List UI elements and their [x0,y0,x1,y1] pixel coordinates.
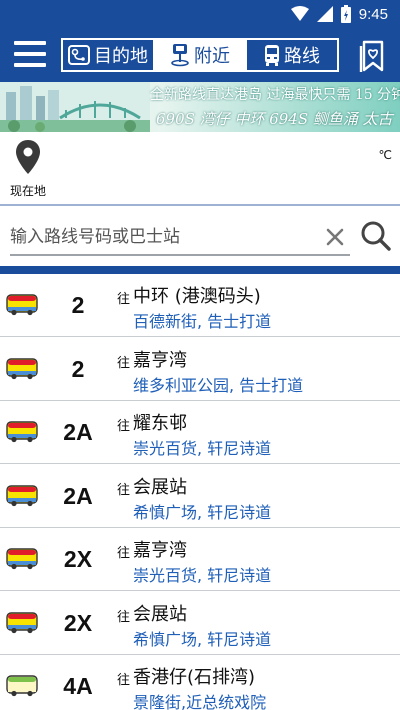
signal-icon [316,6,333,22]
harbour-scene-illustration [0,82,150,132]
banner-headline: 全新路线直达港岛 过海最快只需 15 分钟 [150,87,400,103]
route-number: 2X [63,546,93,572]
status-time: 9:45 [358,5,388,23]
menu-icon-bar [14,63,46,67]
route-destination: 香港仔(石排湾) [133,667,256,688]
route-row[interactable]: 2X 往嘉亨湾崇光百货, 轩尼诗道 [0,528,400,591]
bus-icon [6,485,38,507]
bus-icon [6,421,38,443]
location-row: 现在地 ℃ [0,132,400,204]
route-via-stops: 百德新街, 告士打道 [133,312,272,331]
destination-prefix: 往 [117,673,131,688]
route-list: 2 往中环 (港澳码头) 百德新街, 告士打道 2 往嘉亨湾 维多利亚公园, 告士打道 2A… [0,274,400,710]
route-via-stops: 崇光百货, 轩尼诗道 [133,566,272,585]
bus-front-icon [265,45,279,66]
destination-prefix: 往 [117,610,131,625]
clear-search-button[interactable] [323,225,347,249]
tab-destination[interactable]: 目的地 [63,40,153,70]
tab-destination-label: 目的地 [94,46,148,67]
list-header-bar [0,266,400,274]
route-number: 2X [63,610,93,636]
bus-icon [6,358,38,380]
bus-icon [6,548,38,570]
menu-button[interactable] [14,41,46,71]
route-row[interactable]: 4A 往香港仔(石排湾) 景隆街,近总统戏院 [0,655,400,710]
location-label: 现在地 [9,184,46,198]
battery-icon [340,5,351,23]
search-input[interactable] [10,220,350,256]
current-location-button[interactable]: 现在地 [6,138,50,198]
bus-stop-icon [171,44,189,67]
banner-routes: 690S 湾仔 中环 694S 鲗鱼涌 太古 [156,110,393,128]
route-number: 2 [71,356,85,382]
app-bar: 目的地 附近 路线 [0,28,400,82]
route-row[interactable]: 2A 往会展站希慎广场, 轩尼诗道 [0,465,400,528]
route-via-stops: 希慎广场, 轩尼诗道 [133,503,272,522]
ad-banner[interactable]: 全新路线直达港岛 过海最快只需 15 分钟 690S 湾仔 中环 694S 鲗鱼… [0,82,400,132]
route-destination: 会展站 [133,604,187,625]
route-row[interactable]: 2X 往会展站希慎广场, 轩尼诗道 [0,592,400,655]
route-via-stops: 希慎广场, 轩尼诗道 [133,630,272,649]
bookmark-heart-icon [359,40,384,72]
route-row[interactable]: 2 往中环 (港澳码头) 百德新街, 告士打道 [0,274,400,337]
destination-prefix: 往 [117,546,131,561]
bus-icon [6,675,38,697]
route-destination: 中环 (港澳码头) [133,286,261,307]
search-button[interactable] [360,220,392,252]
route-number: 4A [63,673,93,699]
menu-icon-bar [14,52,46,56]
tab-bar: 目的地 附近 路线 [61,38,339,72]
close-icon [326,228,344,246]
route-destination: 会展站 [133,477,187,498]
menu-icon-bar [14,41,46,45]
route-number: 2A [63,483,93,509]
location-pin-icon [16,140,40,174]
route-number: 2A [63,419,93,445]
route-via-stops: 景隆街,近总统戏院 [133,693,267,710]
status-bar: 9:45 [0,0,400,28]
wifi-icon [290,6,309,21]
search-icon [361,221,391,251]
route-row[interactable]: 2A 往耀东邨崇光百货, 轩尼诗道 [0,401,400,464]
destination-prefix: 往 [117,292,131,307]
tab-nearby[interactable]: 附近 [153,40,245,70]
destination-prefix: 往 [117,419,131,434]
temperature-unit: ℃ [378,148,392,162]
destination-prefix: 往 [117,356,131,371]
destination-prefix: 往 [117,483,131,498]
route-via-stops: 维多利亚公园, 告士打道 [133,376,304,395]
favorites-button[interactable] [358,38,386,74]
tab-routes[interactable]: 路线 [245,40,337,70]
route-destination: 嘉亨湾 [133,540,187,561]
route-pin-icon [68,45,90,65]
route-destination: 耀东邨 [133,413,187,434]
route-via-stops: 崇光百货, 轩尼诗道 [133,439,272,458]
bus-icon [6,612,38,634]
tab-routes-label: 路线 [284,46,320,67]
bus-icon [6,294,38,316]
route-number: 2 [71,292,85,318]
route-row[interactable]: 2 往嘉亨湾维多利亚公园, 告士打道 [0,338,400,401]
status-icons: 9:45 [290,5,388,23]
tab-nearby-label: 附近 [194,46,230,67]
route-destination: 嘉亨湾 [133,350,187,371]
